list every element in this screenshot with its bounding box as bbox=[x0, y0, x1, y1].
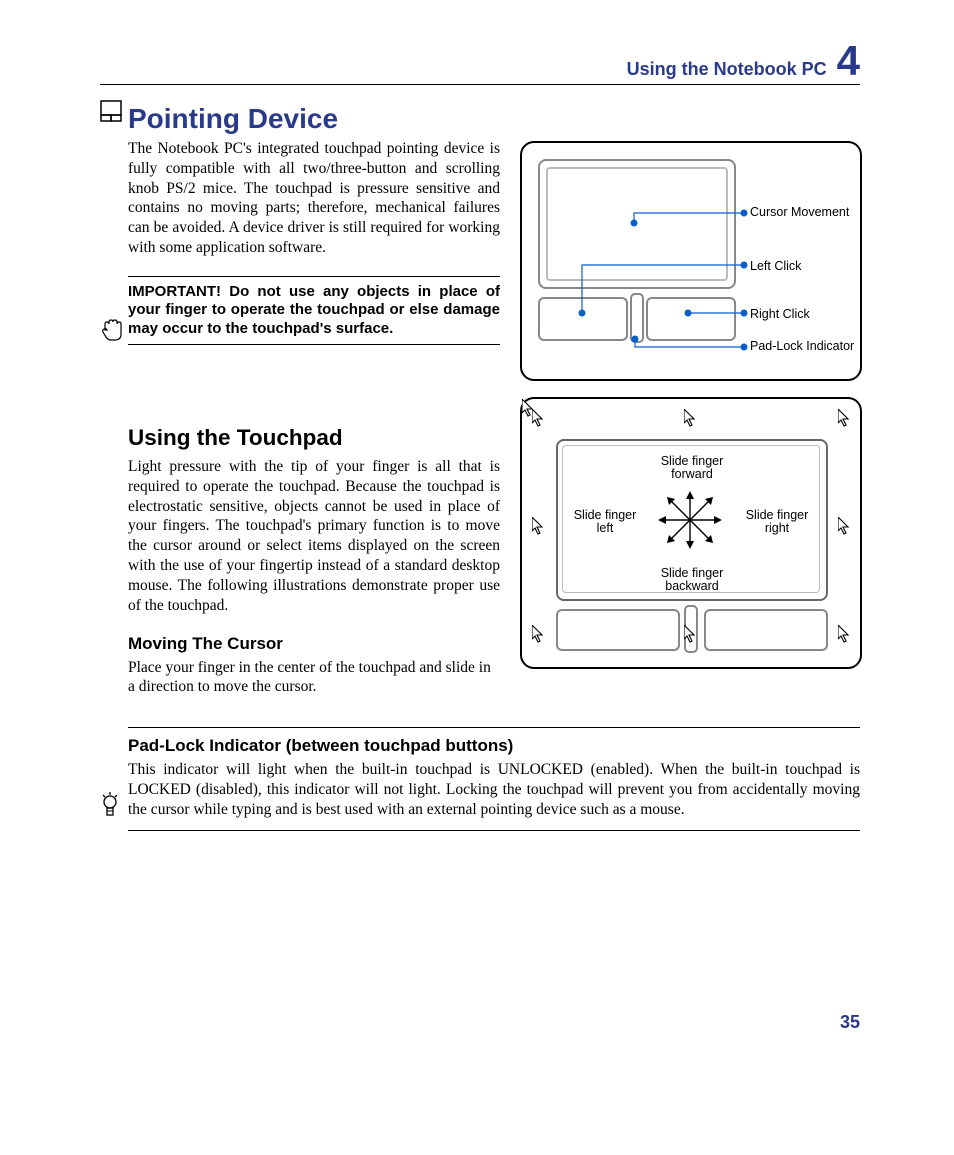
cursor-icon bbox=[532, 625, 546, 645]
label-padlock: Pad-Lock Indicator bbox=[750, 339, 854, 353]
touchpad-diagram: Cursor Movement Left Click Right Click P… bbox=[520, 141, 862, 381]
padlock-paragraph: This indicator will light when the built… bbox=[128, 760, 860, 819]
cursor-movement-diagram: Slide finger forward Slide finger backwa… bbox=[520, 397, 862, 669]
touchpad-icon bbox=[100, 100, 122, 122]
main-heading: Pointing Device bbox=[128, 103, 860, 135]
cursor-icon bbox=[684, 409, 698, 429]
header-title: Using the Notebook PC bbox=[627, 59, 827, 84]
label-left-click: Left Click bbox=[750, 259, 801, 273]
moving-cursor-paragraph: Place your finger in the center of the t… bbox=[128, 658, 500, 698]
cursor-icon bbox=[532, 517, 546, 537]
important-note: IMPORTANT! Do not use any objects in pla… bbox=[128, 276, 500, 345]
cursor-icon bbox=[532, 409, 546, 429]
label-right-click: Right Click bbox=[750, 307, 810, 321]
cursor-icon bbox=[838, 625, 852, 645]
page-number: 35 bbox=[840, 1012, 860, 1033]
hand-stop-icon bbox=[100, 316, 124, 344]
cursor-icon bbox=[684, 625, 698, 645]
using-touchpad-paragraph: Light pressure with the tip of your fing… bbox=[128, 457, 500, 616]
label-cursor-movement: Cursor Movement bbox=[750, 205, 849, 219]
running-header: Using the Notebook PC 4 bbox=[100, 40, 860, 85]
chapter-number: 4 bbox=[837, 40, 860, 82]
light-indicator-icon bbox=[100, 790, 120, 820]
intro-paragraph: The Notebook PC's integrated touchpad po… bbox=[128, 139, 500, 258]
subheading-moving-cursor: Moving The Cursor bbox=[128, 634, 500, 654]
subheading-using-touchpad: Using the Touchpad bbox=[128, 425, 500, 451]
cursor-icon bbox=[838, 409, 852, 429]
subheading-padlock: Pad-Lock Indicator (between touchpad but… bbox=[128, 736, 860, 756]
cursor-icon bbox=[838, 517, 852, 537]
